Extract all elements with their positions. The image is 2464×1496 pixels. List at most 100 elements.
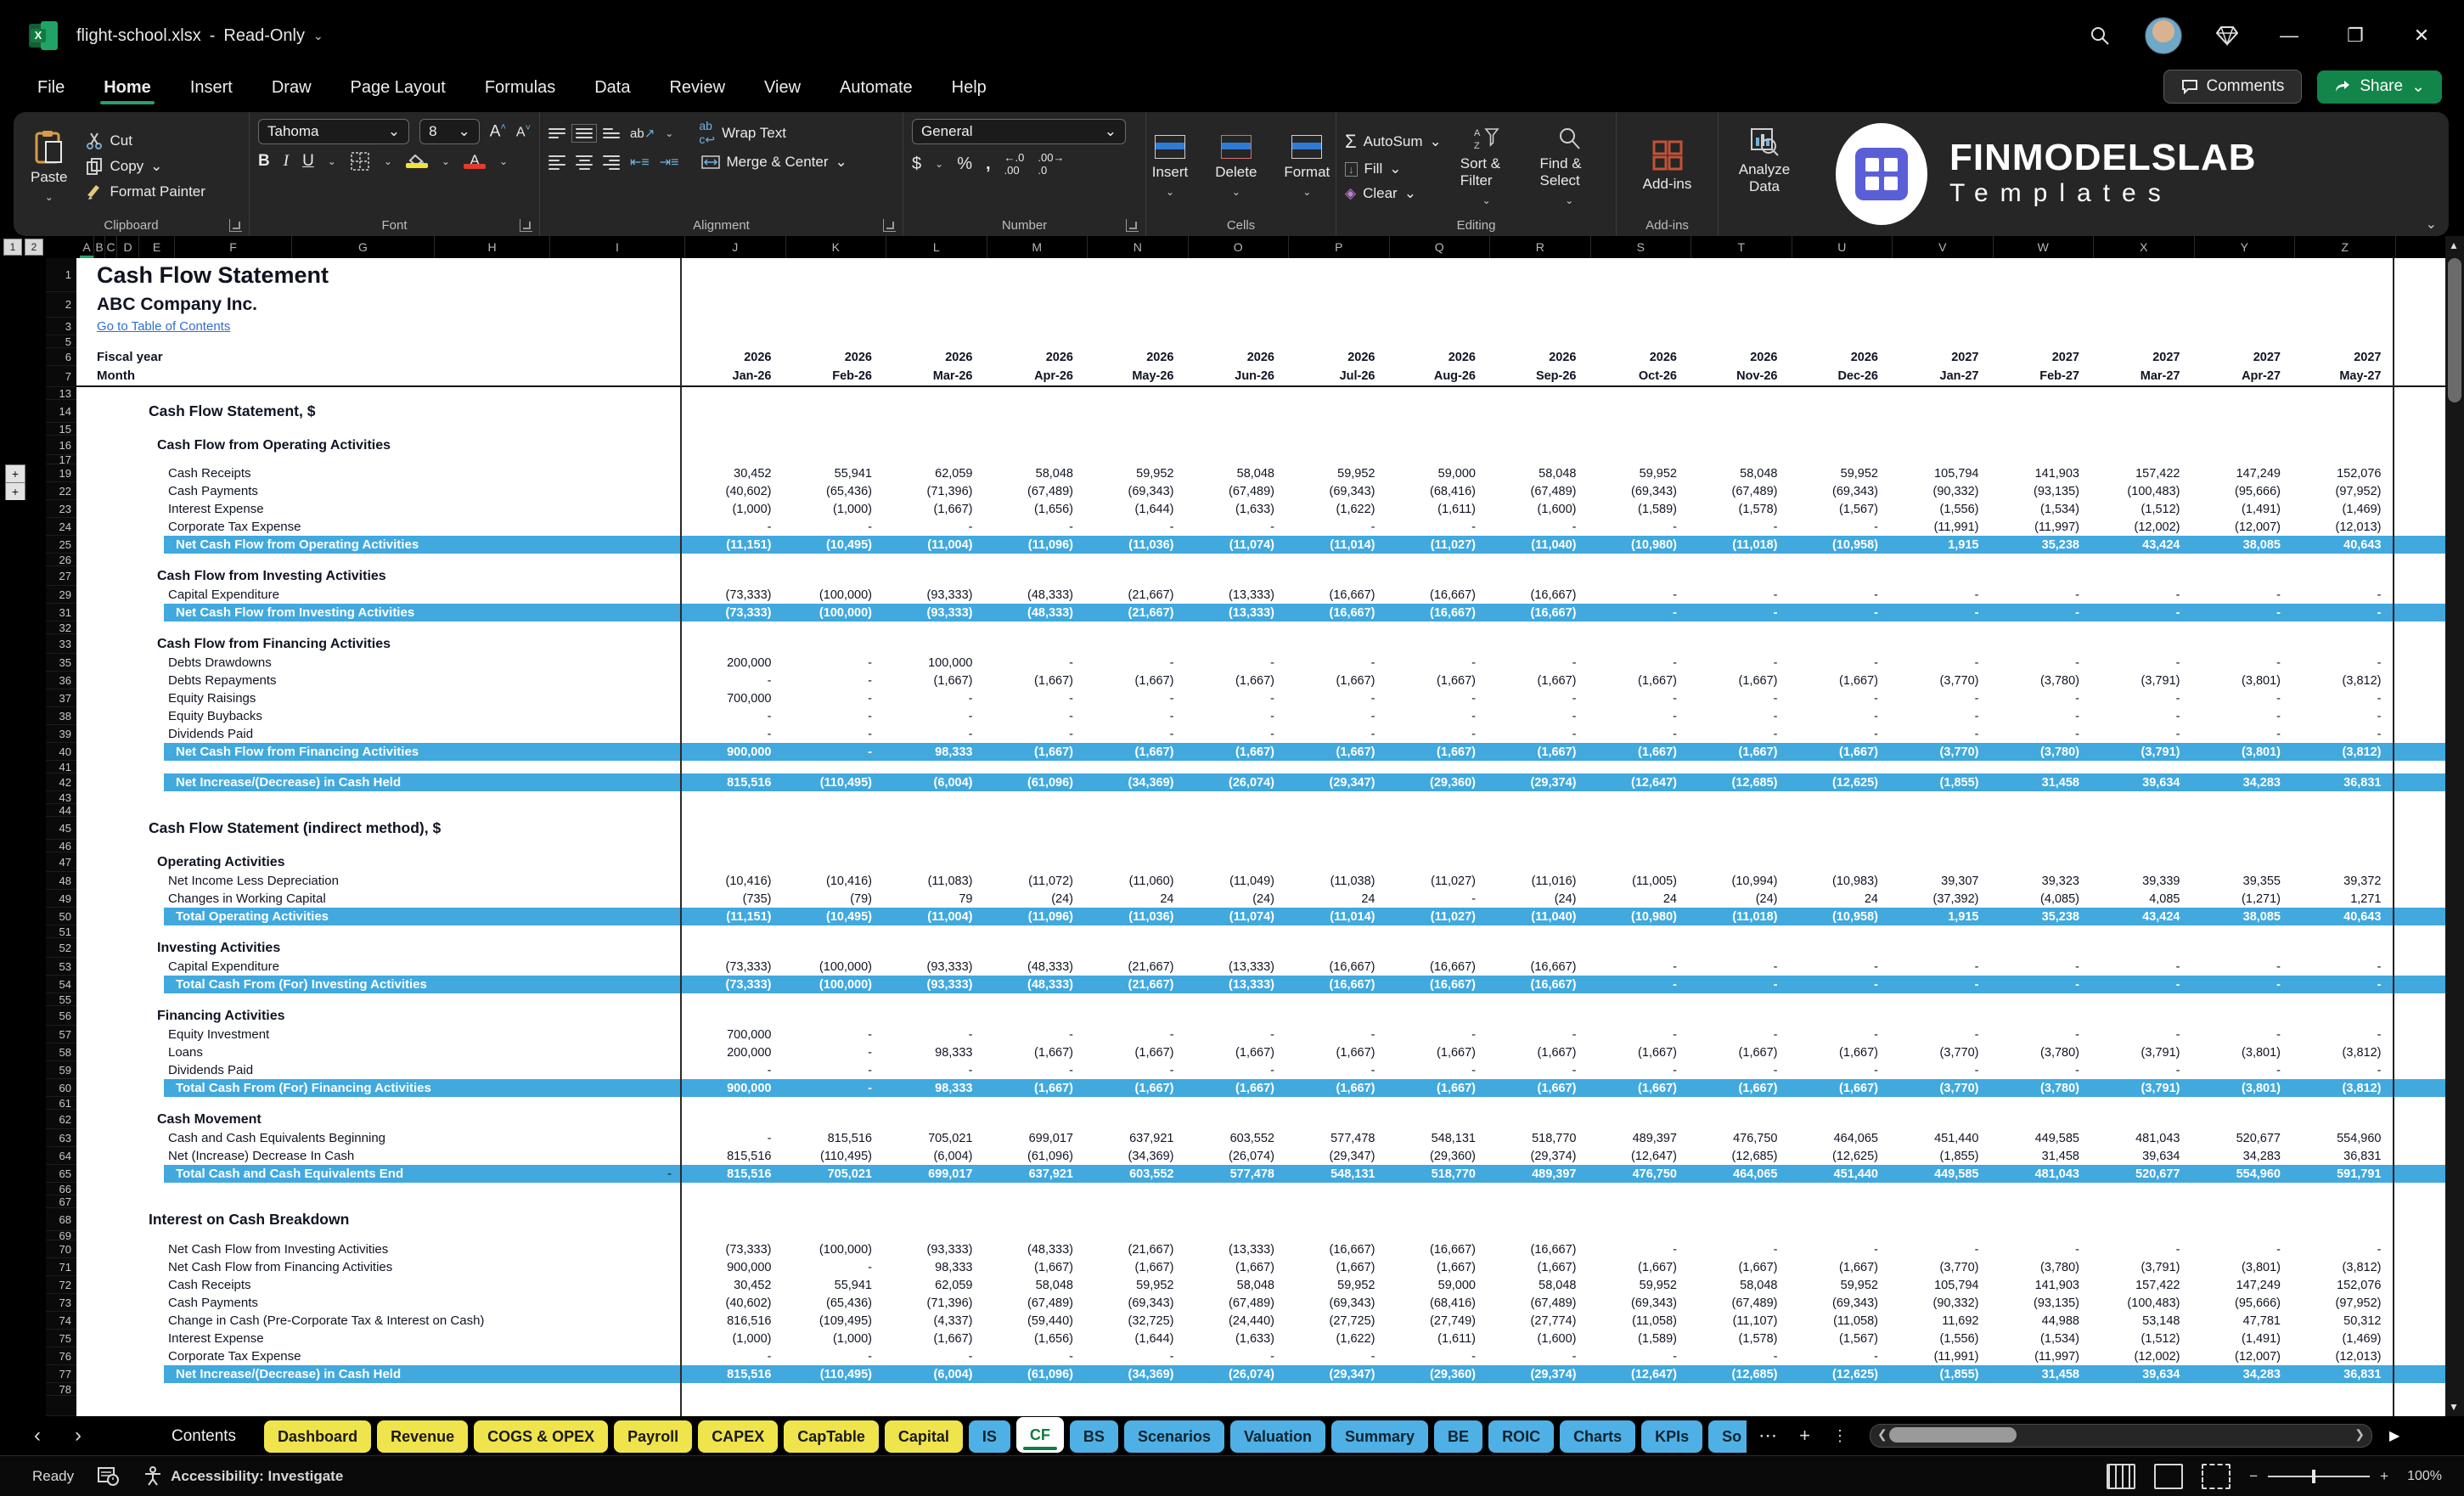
- cell[interactable]: -: [1084, 1347, 1185, 1365]
- cell[interactable]: [1688, 1110, 1789, 1129]
- cell[interactable]: (1,271): [2191, 890, 2292, 908]
- cell[interactable]: -: [1587, 604, 1688, 621]
- cell[interactable]: [1184, 387, 1285, 400]
- cell[interactable]: -: [1989, 1240, 2090, 1258]
- cell[interactable]: [1688, 634, 1789, 654]
- cell[interactable]: 105,794: [1889, 1276, 1990, 1294]
- cell[interactable]: (10,495): [782, 908, 883, 925]
- cell[interactable]: -: [2292, 654, 2393, 672]
- cell[interactable]: -: [1788, 1240, 1889, 1258]
- zoom-slider[interactable]: − +: [2249, 1468, 2388, 1485]
- cell[interactable]: [1084, 455, 1185, 464]
- cell[interactable]: [2191, 400, 2292, 423]
- cell[interactable]: [2292, 993, 2393, 1006]
- cell[interactable]: [1587, 840, 1688, 852]
- cell[interactable]: [1184, 938, 1285, 958]
- cell[interactable]: [1989, 761, 2090, 773]
- cell[interactable]: 24: [1587, 890, 1688, 908]
- cell[interactable]: [1184, 318, 1285, 335]
- cell[interactable]: [2292, 318, 2393, 335]
- cell[interactable]: (26,074): [1184, 1365, 1285, 1383]
- cell[interactable]: [1989, 318, 2090, 335]
- cell[interactable]: (69,343): [1587, 482, 1688, 500]
- cell[interactable]: (10,416): [782, 872, 883, 890]
- cell[interactable]: [1889, 840, 1990, 852]
- zoom-thumb[interactable]: [2312, 1470, 2316, 1483]
- cell[interactable]: (1,667): [1688, 672, 1789, 689]
- cell[interactable]: [782, 1195, 883, 1208]
- cell[interactable]: [2292, 400, 2393, 423]
- cell[interactable]: [1285, 852, 1387, 872]
- cell[interactable]: [1889, 1383, 1990, 1396]
- cell[interactable]: [883, 423, 984, 436]
- row-label[interactable]: Go to Table of Contents: [76, 318, 682, 335]
- cell[interactable]: (1,667): [883, 500, 984, 518]
- cell[interactable]: 481,043: [2090, 1129, 2191, 1147]
- cell[interactable]: -: [782, 689, 883, 707]
- delete-cells-button[interactable]: Delete ⌄: [1207, 135, 1265, 198]
- cell[interactable]: [1788, 318, 1889, 335]
- cell[interactable]: (3,812): [2292, 1258, 2393, 1276]
- cell[interactable]: Jun-26: [1184, 366, 1285, 387]
- cell[interactable]: [1184, 335, 1285, 348]
- cell[interactable]: [1889, 1006, 1990, 1026]
- cell[interactable]: [2090, 455, 2191, 464]
- cell[interactable]: [2191, 554, 2292, 566]
- cell[interactable]: [682, 566, 783, 586]
- cell[interactable]: 55,941: [782, 1276, 883, 1294]
- prev-sheet-button[interactable]: ‹: [34, 1424, 41, 1448]
- cut-button[interactable]: Cut: [86, 132, 205, 149]
- cell[interactable]: [1285, 634, 1387, 654]
- row-label[interactable]: Capital Expenditure: [76, 958, 682, 976]
- horizontal-scroll-thumb[interactable]: [1888, 1427, 2017, 1443]
- cell[interactable]: [1788, 1006, 1889, 1026]
- cell[interactable]: [883, 387, 984, 400]
- cell[interactable]: [1487, 1231, 1588, 1240]
- row-label[interactable]: Change in Cash (Pre-Corporate Tax & Inte…: [76, 1312, 682, 1330]
- row-number-51[interactable]: 51: [46, 925, 76, 938]
- cell[interactable]: (1,667): [1487, 743, 1588, 761]
- cell[interactable]: (69,343): [1285, 1294, 1387, 1312]
- cell[interactable]: -: [1889, 1026, 1990, 1043]
- cell[interactable]: (1,622): [1285, 500, 1387, 518]
- cell[interactable]: [1688, 1183, 1789, 1195]
- cell[interactable]: 451,440: [1889, 1129, 1990, 1147]
- cell[interactable]: 39,634: [2090, 1365, 2191, 1383]
- cell[interactable]: (100,000): [782, 958, 883, 976]
- cell[interactable]: [883, 804, 984, 817]
- row-label[interactable]: Loans: [76, 1043, 682, 1061]
- cell[interactable]: -: [883, 725, 984, 743]
- cell[interactable]: [1788, 761, 1889, 773]
- cell[interactable]: [1487, 840, 1588, 852]
- cell[interactable]: -: [1487, 689, 1588, 707]
- cell[interactable]: [1688, 1195, 1789, 1208]
- row-label[interactable]: Cash Movement: [76, 1110, 682, 1129]
- bold-button[interactable]: B: [258, 152, 270, 171]
- cell[interactable]: [2292, 938, 2393, 958]
- cell[interactable]: [1184, 852, 1285, 872]
- cell[interactable]: (24): [1184, 890, 1285, 908]
- cell[interactable]: [1285, 423, 1387, 436]
- copy-button[interactable]: Copy ⌄: [86, 158, 205, 175]
- cell[interactable]: [1688, 455, 1789, 464]
- cell[interactable]: [983, 1383, 1084, 1396]
- row-number-76[interactable]: 76: [46, 1347, 76, 1365]
- cell[interactable]: (24): [1487, 890, 1588, 908]
- cell[interactable]: [682, 840, 783, 852]
- cell[interactable]: [2090, 925, 2191, 938]
- row-label[interactable]: Cash Payments: [76, 482, 682, 500]
- cell[interactable]: [1487, 554, 1588, 566]
- cell[interactable]: (71,396): [883, 1294, 984, 1312]
- cell[interactable]: [682, 852, 783, 872]
- cell[interactable]: 489,397: [1587, 1129, 1688, 1147]
- row-label[interactable]: [76, 791, 682, 804]
- cell[interactable]: [1285, 938, 1387, 958]
- cell[interactable]: [682, 400, 783, 423]
- cell[interactable]: -: [2292, 586, 2393, 604]
- cell[interactable]: [1587, 804, 1688, 817]
- cell[interactable]: 38,085: [2191, 536, 2292, 554]
- cell[interactable]: 554,960: [2292, 1129, 2393, 1147]
- cell[interactable]: 141,903: [1989, 1276, 2090, 1294]
- find-select-button[interactable]: Find & Select ⌄: [1532, 127, 1608, 206]
- cell[interactable]: [1084, 258, 1185, 292]
